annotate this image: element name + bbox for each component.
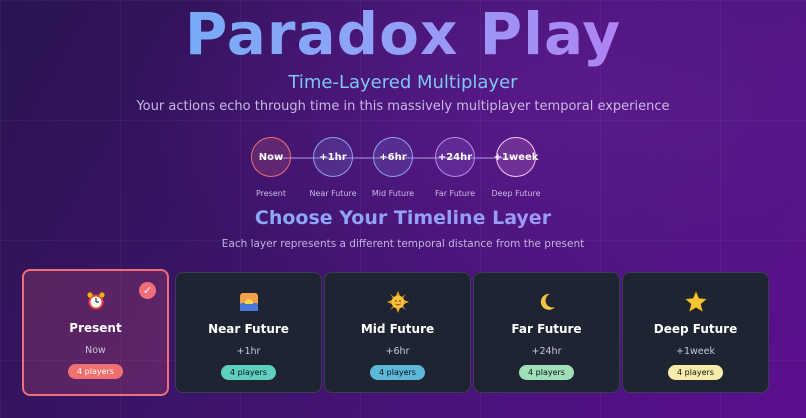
section-subtitle: Each layer represents a different tempor… [221, 238, 585, 250]
players-badge: 4 players [668, 365, 723, 380]
players-badge: 4 players [519, 365, 574, 380]
layer-offset: +24hr [531, 346, 562, 357]
layer-card-present[interactable]: ✓ Present Now 4 players [22, 269, 169, 396]
layer-name: Far Future [511, 322, 582, 336]
timeline-node-24hr[interactable]: +24hr [435, 137, 475, 177]
layer-name: Mid Future [360, 322, 435, 336]
sunrise-icon [176, 291, 321, 315]
layer-card-mid-future[interactable]: Mid Future +6hr 4 players [324, 272, 471, 393]
layer-offset: +1week [676, 346, 715, 357]
layer-card-deep-future[interactable]: Deep Future +1week 4 players [622, 272, 769, 393]
star-icon [623, 291, 768, 315]
selected-check-icon: ✓ [139, 282, 156, 299]
timeline-node-1hr[interactable]: +1hr [313, 137, 353, 177]
timeline: Now Present +1hr Near Future +6hr Mid Fu… [0, 137, 806, 198]
layer-card-near-future[interactable]: Near Future +1hr 4 players [175, 272, 322, 393]
crescent-moon-icon [474, 291, 619, 315]
layer-card-far-future[interactable]: Far Future +24hr 4 players [473, 272, 620, 393]
timeline-node-now[interactable]: Now [251, 137, 291, 177]
players-badge: 4 players [370, 365, 425, 380]
app-subtitle: Time-Layered Multiplayer [288, 72, 518, 93]
timeline-caption-deep-future: Deep Future [491, 189, 541, 198]
section-title: Choose Your Timeline Layer [0, 207, 806, 229]
timeline-node-6hr[interactable]: +6hr [373, 137, 413, 177]
layer-name: Near Future [208, 322, 289, 336]
app-title: Paradox Play [0, 0, 806, 72]
timeline-node-1week[interactable]: +1week [494, 137, 538, 177]
layer-name: Deep Future [653, 322, 738, 336]
layer-name: Present [69, 321, 122, 335]
players-badge: 4 players [221, 365, 276, 380]
layer-offset: +1hr [236, 346, 261, 357]
layer-offset: +6hr [385, 346, 410, 357]
layer-offset: Now [85, 345, 106, 356]
app-tagline: Your actions echo through time in this m… [136, 99, 670, 114]
players-badge: 4 players [68, 364, 123, 379]
sun-face-icon [325, 291, 470, 315]
